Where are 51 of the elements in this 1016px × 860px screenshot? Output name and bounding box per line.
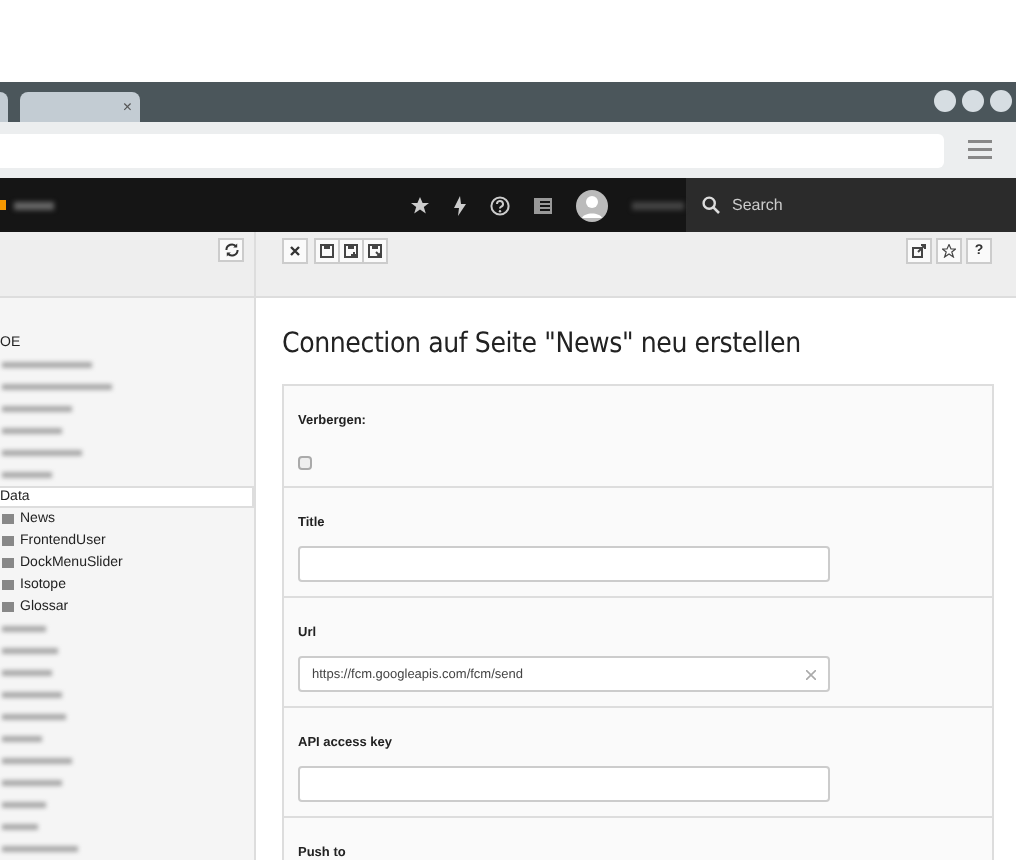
save-close-button[interactable] (362, 238, 388, 264)
blurred-text (2, 362, 92, 368)
avatar-icon[interactable] (576, 189, 608, 221)
checkbox[interactable] (298, 456, 312, 470)
close-icon (288, 244, 302, 258)
blurred-text (2, 780, 62, 786)
blurred-text (14, 201, 54, 209)
window-control-icon[interactable] (990, 90, 1012, 112)
window-control-icon[interactable] (934, 90, 956, 112)
save-icon (344, 244, 358, 258)
blurred-text (2, 824, 38, 830)
blurred-text (2, 406, 72, 412)
blurred-text (2, 472, 52, 478)
save-button[interactable] (314, 238, 340, 264)
input-field[interactable] (298, 766, 830, 802)
blurred-text (2, 428, 62, 434)
blurred-text (2, 648, 58, 654)
browser-tab[interactable] (0, 92, 8, 122)
open-icon (912, 244, 926, 258)
page-title: Connection auf Seite "News" neu erstellen (282, 328, 801, 360)
blurred-text (2, 714, 66, 720)
blurred-text (2, 670, 52, 676)
blurred-text (2, 846, 78, 852)
browser-tab[interactable]: × (20, 92, 140, 122)
refresh-button[interactable] (218, 238, 244, 262)
search-icon (702, 196, 720, 214)
blurred-text (632, 201, 684, 209)
help-icon[interactable] (490, 195, 510, 215)
blurred-text (2, 736, 42, 742)
window-control-icon[interactable] (962, 90, 984, 112)
bolt-icon[interactable] (454, 195, 466, 215)
star-icon[interactable] (410, 195, 430, 215)
blurred-text (2, 802, 46, 808)
search-field[interactable]: Search (732, 196, 972, 214)
close-button[interactable] (282, 238, 308, 264)
input-field[interactable] (298, 546, 830, 582)
blurred-text (2, 758, 72, 764)
save-icon (368, 244, 382, 258)
refresh-icon (223, 242, 239, 258)
open-window-button[interactable] (906, 238, 932, 264)
list-icon[interactable] (534, 197, 552, 213)
menu-icon[interactable] (968, 140, 992, 160)
blurred-text (2, 626, 46, 632)
blurred-text (2, 384, 112, 390)
blurred-text (2, 692, 62, 698)
save-new-button[interactable] (338, 238, 364, 264)
bookmark-icon (942, 244, 956, 258)
bookmark-button[interactable] (936, 238, 962, 264)
tab-close-button[interactable]: × (122, 98, 132, 116)
save-icon (320, 244, 334, 258)
blurred-text (2, 450, 82, 456)
